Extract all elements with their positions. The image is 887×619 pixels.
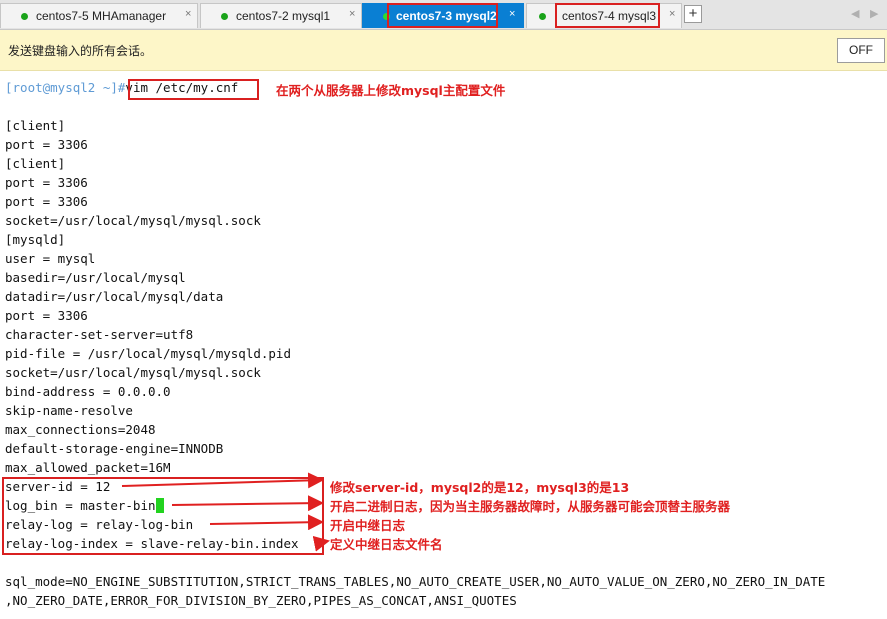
annotation-arrows <box>121 472 330 552</box>
arrow-relay-log <box>209 514 324 531</box>
arrow-server-id <box>121 472 324 489</box>
arrow-log-bin <box>171 495 324 512</box>
annotation-relay-log-index: 定义中继日志文件名 <box>330 537 443 552</box>
annotation-relay-log: 开启中继日志 <box>330 518 406 533</box>
arrow-relay-log-index <box>312 535 330 552</box>
annotation-server-id: 修改server-id，mysql2的是12，mysql3的是13 <box>330 480 630 495</box>
annotation-log-bin: 开启二进制日志，因为当主服务器故障时，从服务器可能会顶替主服务器 <box>330 499 731 514</box>
